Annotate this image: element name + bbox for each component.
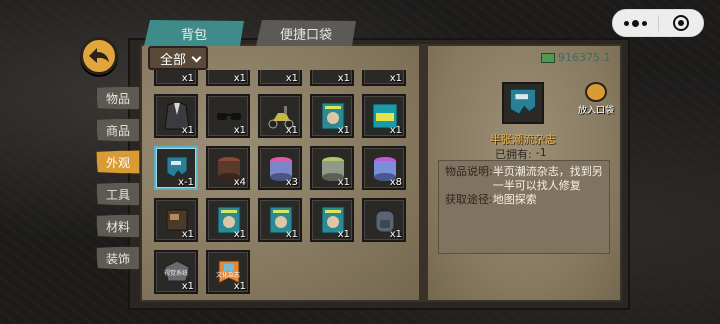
item-quantity: x-1 — [178, 177, 194, 188]
item-quantity: x1 — [233, 229, 246, 240]
more-options-button[interactable] — [613, 10, 658, 36]
torn-magazine-icon — [509, 88, 537, 116]
source-text: 地图探索 — [492, 193, 537, 206]
inventory-slot-badge-plate[interactable]: 视觉系统 x1 — [154, 250, 198, 294]
tab-quick-pocket[interactable]: 便捷口袋 — [256, 20, 356, 46]
cash-icon — [541, 52, 555, 63]
category-tab-materials[interactable]: 材料 — [96, 214, 140, 238]
money-amount: 916375.1 — [558, 51, 611, 64]
item-quantity: x1 — [337, 177, 350, 188]
category-tab-tools[interactable]: 工具 — [96, 182, 140, 206]
put-in-pocket-button[interactable]: 放入口袋 — [578, 82, 614, 118]
target-icon — [672, 15, 689, 31]
item-quantity: x1 — [181, 125, 194, 136]
category-tab-appearance[interactable]: 外观 — [96, 150, 140, 174]
money-display: 916375.1 — [541, 51, 611, 64]
description-text: 半页潮流杂志，找到另一半可以找人修复 — [492, 165, 603, 192]
category-tab-items[interactable]: 物品 — [96, 86, 140, 110]
description-row: 物品说明: 半页潮流杂志，找到另一半可以找人修复 — [445, 165, 603, 193]
inventory-slot-sticker-pack[interactable]: x1 — [362, 94, 406, 138]
inventory-slot-banner-flag[interactable]: 文化杂志 x1 — [206, 250, 250, 294]
inventory-slot-magazine[interactable]: x1 — [206, 198, 250, 242]
item-label: 视觉系统 — [164, 270, 189, 277]
close-miniprogram-button[interactable] — [659, 10, 704, 36]
miniprogram-capsule — [612, 9, 704, 37]
item-quantity: x1 — [337, 73, 350, 84]
item-label: 文化杂志 — [216, 272, 241, 279]
item-quantity: x1 — [389, 229, 402, 240]
inventory-slot-magazine[interactable]: x1 — [310, 198, 354, 242]
item-quantity: x1 — [285, 125, 298, 136]
item-quantity: x1 — [337, 125, 350, 136]
dot-icon — [631, 19, 639, 27]
selected-item-name: 半张潮流杂志 — [490, 133, 556, 146]
filter-dropdown-value: 全部 — [160, 52, 187, 68]
item-quantity: x1 — [181, 229, 194, 240]
inventory-slot-scooter[interactable]: x1 — [258, 94, 302, 138]
inventory-slot-half-magazine[interactable]: x-1 — [154, 146, 198, 190]
tab-backpack[interactable]: 背包 — [144, 20, 244, 46]
inventory-slot-backpack[interactable]: x1 — [362, 198, 406, 242]
inventory-slot-green-paint[interactable]: x1 — [310, 146, 354, 190]
put-in-pocket-label: 放入口袋 — [578, 106, 615, 116]
item-quantity: x1 — [389, 125, 402, 136]
inventory-slot-purple-paint[interactable]: x8 — [362, 146, 406, 190]
pocket-bag-icon — [585, 82, 607, 102]
inventory-slot-suit-jacket[interactable]: x1 — [154, 94, 198, 138]
partial-item-row: x1 x1 x1 x1 x1 — [152, 70, 414, 88]
source-row: 获取途径: 地图探索 — [445, 193, 603, 207]
item-quantity: x1 — [285, 73, 298, 84]
item-quantity: x1 — [389, 73, 402, 84]
item-quantity: x1 — [337, 229, 350, 240]
inventory-slot[interactable]: x1 — [362, 70, 406, 86]
chevron-down-icon — [191, 52, 202, 63]
dot-icon — [623, 20, 629, 26]
item-quantity: x1 — [285, 229, 298, 240]
item-quantity: x1 — [233, 125, 246, 136]
filter-dropdown[interactable]: 全部 — [148, 46, 208, 70]
item-quantity: x1 — [233, 73, 246, 84]
item-quantity: x1 — [233, 281, 246, 292]
inventory-slot-magazine[interactable]: x1 — [258, 198, 302, 242]
inventory-slot[interactable]: x1 — [310, 70, 354, 86]
back-arrow-icon — [89, 48, 109, 63]
dot-icon — [641, 20, 647, 26]
inventory-slot-wallet[interactable]: x1 — [154, 198, 198, 242]
description-label: 物品说明: — [445, 165, 493, 178]
item-quantity: x4 — [233, 177, 246, 188]
selected-item-icon — [502, 82, 544, 124]
item-quantity: x1 — [181, 73, 194, 84]
inventory-slot[interactable]: x1 — [154, 70, 198, 86]
inventory-slot-sunglasses[interactable]: x1 — [206, 94, 250, 138]
inventory-slot-pink-paint[interactable]: x3 — [258, 146, 302, 190]
source-label: 获取途径: — [445, 193, 493, 206]
inventory-slot-brown-paint[interactable]: x4 — [206, 146, 250, 190]
item-quantity: x1 — [181, 281, 194, 292]
back-button[interactable] — [80, 37, 118, 75]
category-tab-decorations[interactable]: 装饰 — [96, 246, 140, 270]
inventory-slot[interactable]: x1 — [258, 70, 302, 86]
inventory-slot-magazine[interactable]: x1 — [310, 94, 354, 138]
inventory-slot[interactable]: x1 — [206, 70, 250, 86]
item-quantity: x8 — [389, 177, 402, 188]
category-tab-goods[interactable]: 商品 — [96, 118, 140, 142]
item-quantity: x3 — [285, 177, 298, 188]
item-description-box: 物品说明: 半页潮流杂志，找到另一半可以找人修复 获取途径: 地图探索 — [438, 160, 610, 254]
